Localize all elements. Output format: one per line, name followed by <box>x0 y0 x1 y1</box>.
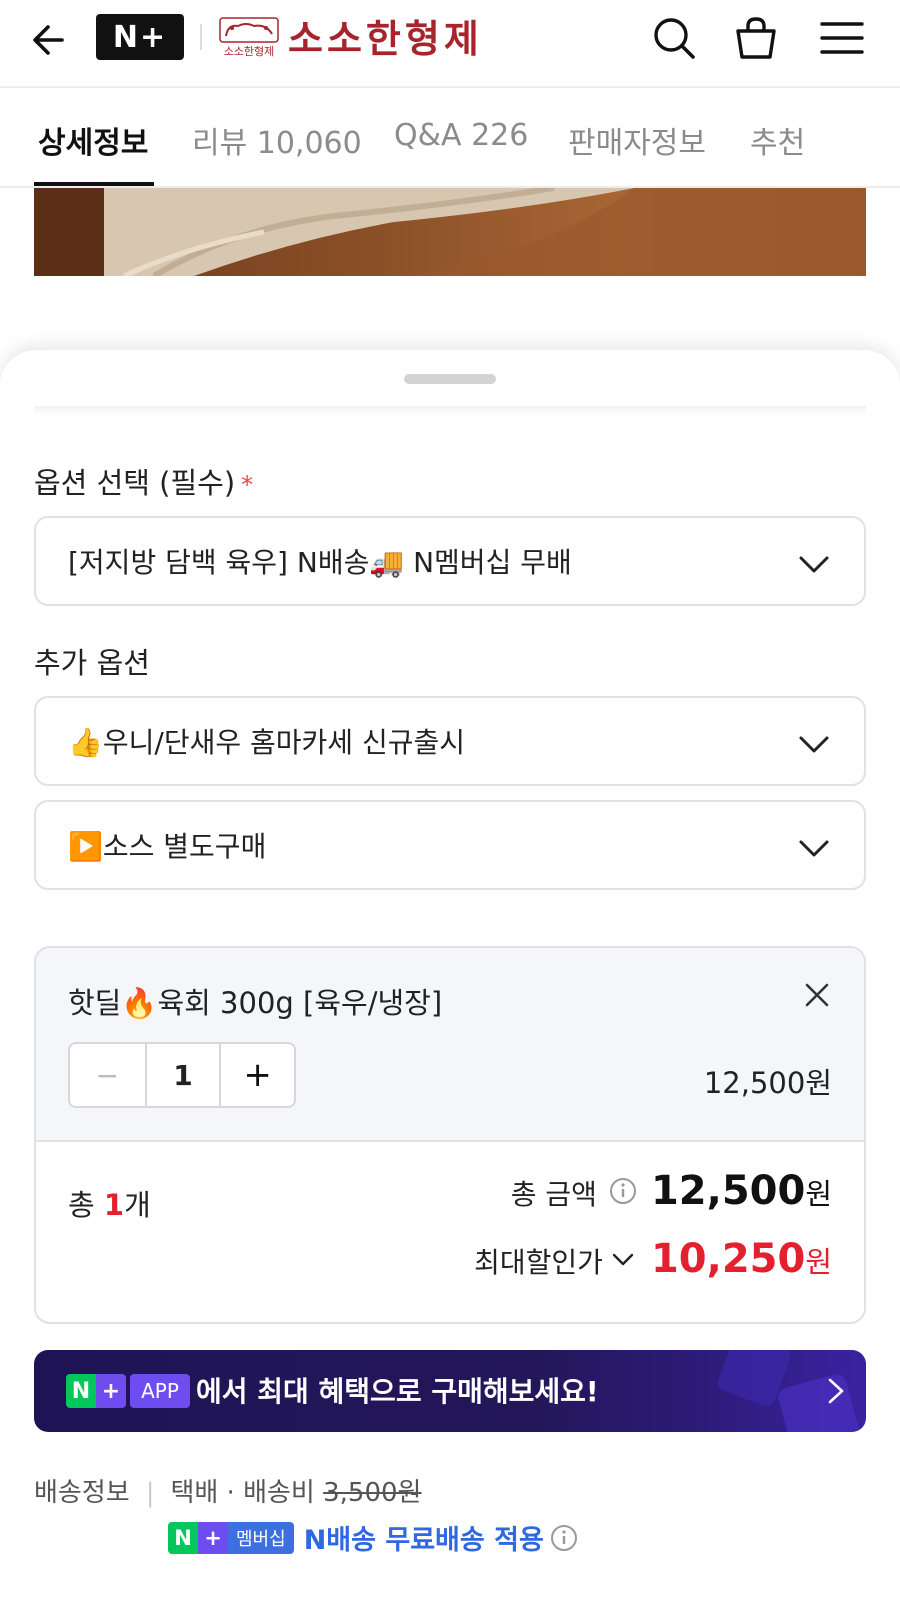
back-arrow-icon[interactable] <box>28 18 72 62</box>
additional-option-select-2[interactable]: ▶️소스 별도구매 <box>34 800 866 890</box>
plus-badge: + <box>96 1374 126 1408</box>
required-option-select[interactable]: [저지방 담백 육우] N배송🚚 N멤버십 무배 <box>34 516 866 606</box>
tab-seller-info[interactable]: 판매자정보 <box>568 118 706 162</box>
brand-logo-caption: 소소한형제 <box>224 45 275 58</box>
additional-option-select-1[interactable]: 👍우니/단새우 홈마카세 신규출시 <box>34 696 866 786</box>
total-count-suffix: 개 <box>124 1188 151 1222</box>
tab-qna[interactable]: Q&A 226 <box>394 118 528 153</box>
free-shipping-text: N배송 무료배송 적용 <box>303 1525 544 1556</box>
top-header: N+ 소소한형제 소소한형제 <box>0 0 900 88</box>
additional-option-value-2: ▶️소스 별도구매 <box>68 830 267 863</box>
brand-cow-logo-icon[interactable]: 소소한형제 <box>218 14 280 60</box>
app-promo-banner[interactable]: N + APP 에서 최대 혜택으로 구매해보세요! <box>34 1350 866 1432</box>
info-icon[interactable] <box>609 1177 637 1205</box>
total-count-number: 1 <box>103 1188 125 1222</box>
header-divider <box>200 24 202 50</box>
brand-name[interactable]: 소소한형제 <box>288 8 483 63</box>
search-icon[interactable] <box>650 14 698 62</box>
quantity-increase-button[interactable]: + <box>219 1044 294 1106</box>
quantity-stepper[interactable]: − 1 + <box>68 1042 296 1108</box>
sheet-divider <box>34 406 866 416</box>
chevron-down-icon <box>799 736 829 753</box>
quantity-value[interactable]: 1 <box>144 1044 220 1106</box>
n-badge: N <box>66 1374 96 1408</box>
total-amount-row: 총 금액 12,500 원 <box>511 1168 832 1214</box>
max-discount-label: 최대할인가 <box>474 1246 603 1279</box>
menu-hamburger-icon[interactable] <box>818 14 866 62</box>
shipping-original-fee: 3,500원 <box>323 1478 422 1508</box>
total-count-prefix: 총 <box>68 1188 104 1222</box>
tab-detail[interactable]: 상세정보 <box>38 118 148 162</box>
product-tabs: 상세정보 리뷰 10,060 Q&A 226 판매자정보 추천 <box>0 90 900 188</box>
minus-icon: − <box>95 1058 120 1092</box>
max-discount-value: 10,250 <box>650 1236 806 1282</box>
close-icon[interactable] <box>800 978 834 1012</box>
total-count: 총 1개 <box>68 1182 151 1224</box>
quantity-decrease-button[interactable]: − <box>70 1044 145 1106</box>
chevron-down-icon <box>612 1253 634 1266</box>
plus-badge: + <box>198 1521 228 1554</box>
total-amount-currency: 원 <box>805 1177 832 1211</box>
shipping-info: 배송정보 | 택배 · 배송비 3,500원 <box>34 1472 421 1509</box>
shipping-label: 배송정보 <box>34 1478 130 1508</box>
chevron-right-icon <box>828 1378 844 1404</box>
required-option-value: [저지방 담백 육우] N배송🚚 N멤버십 무배 <box>68 546 572 579</box>
selected-item-price: 12,500원 <box>703 1066 832 1100</box>
total-amount-value: 12,500 <box>650 1168 806 1214</box>
cloth-on-table-graphic <box>34 188 866 276</box>
membership-badge: 멤버십 <box>228 1521 294 1554</box>
app-promo-text: 에서 최대 혜택으로 구매해보세요! <box>196 1375 599 1408</box>
shipping-method: 택배 · 배송비 <box>170 1478 315 1508</box>
sheet-drag-handle[interactable] <box>404 374 496 384</box>
additional-option-label: 추가 옵션 <box>34 646 150 680</box>
info-icon[interactable] <box>550 1524 578 1552</box>
required-option-label: 옵션 선택 (필수) * <box>34 460 253 502</box>
selected-item-name: 핫딜🔥육회 300g [육우/냉장] <box>68 986 443 1020</box>
required-option-text: 옵션 선택 (필수) <box>34 466 236 500</box>
additional-option-value-1: 👍우니/단새우 홈마카세 신규출시 <box>68 726 465 759</box>
max-discount-currency: 원 <box>805 1245 832 1279</box>
n-badge: N <box>168 1521 198 1554</box>
shipping-separator: | <box>145 1478 155 1508</box>
membership-free-shipping: N + 멤버십 N배송 무료배송 적용 <box>168 1518 578 1557</box>
selected-item-box: 핫딜🔥육회 300g [육우/냉장] − 1 + 12,500원 총 1개 총 … <box>34 946 866 1324</box>
plus-icon: + <box>243 1055 272 1095</box>
tab-reviews[interactable]: 리뷰 10,060 <box>192 118 362 162</box>
shopping-basket-icon[interactable] <box>732 14 780 62</box>
max-discount-row[interactable]: 최대할인가 10,250 원 <box>474 1236 832 1282</box>
chevron-down-icon <box>799 556 829 573</box>
naver-plus-badge[interactable]: N+ <box>96 14 184 60</box>
chevron-down-icon <box>799 840 829 857</box>
purchase-bottom-sheet: 옵션 선택 (필수) * [저지방 담백 육우] N배송🚚 N멤버십 무배 추가 … <box>0 350 900 1610</box>
product-image <box>34 188 866 276</box>
required-mark: * <box>241 471 254 499</box>
active-tab-indicator <box>34 182 154 186</box>
app-badge: APP <box>130 1374 190 1408</box>
selected-item-row: 핫딜🔥육회 300g [육우/냉장] − 1 + 12,500원 <box>36 948 864 1142</box>
tab-recommend[interactable]: 추천 <box>750 118 805 162</box>
total-amount-label: 총 금액 <box>510 1178 597 1211</box>
